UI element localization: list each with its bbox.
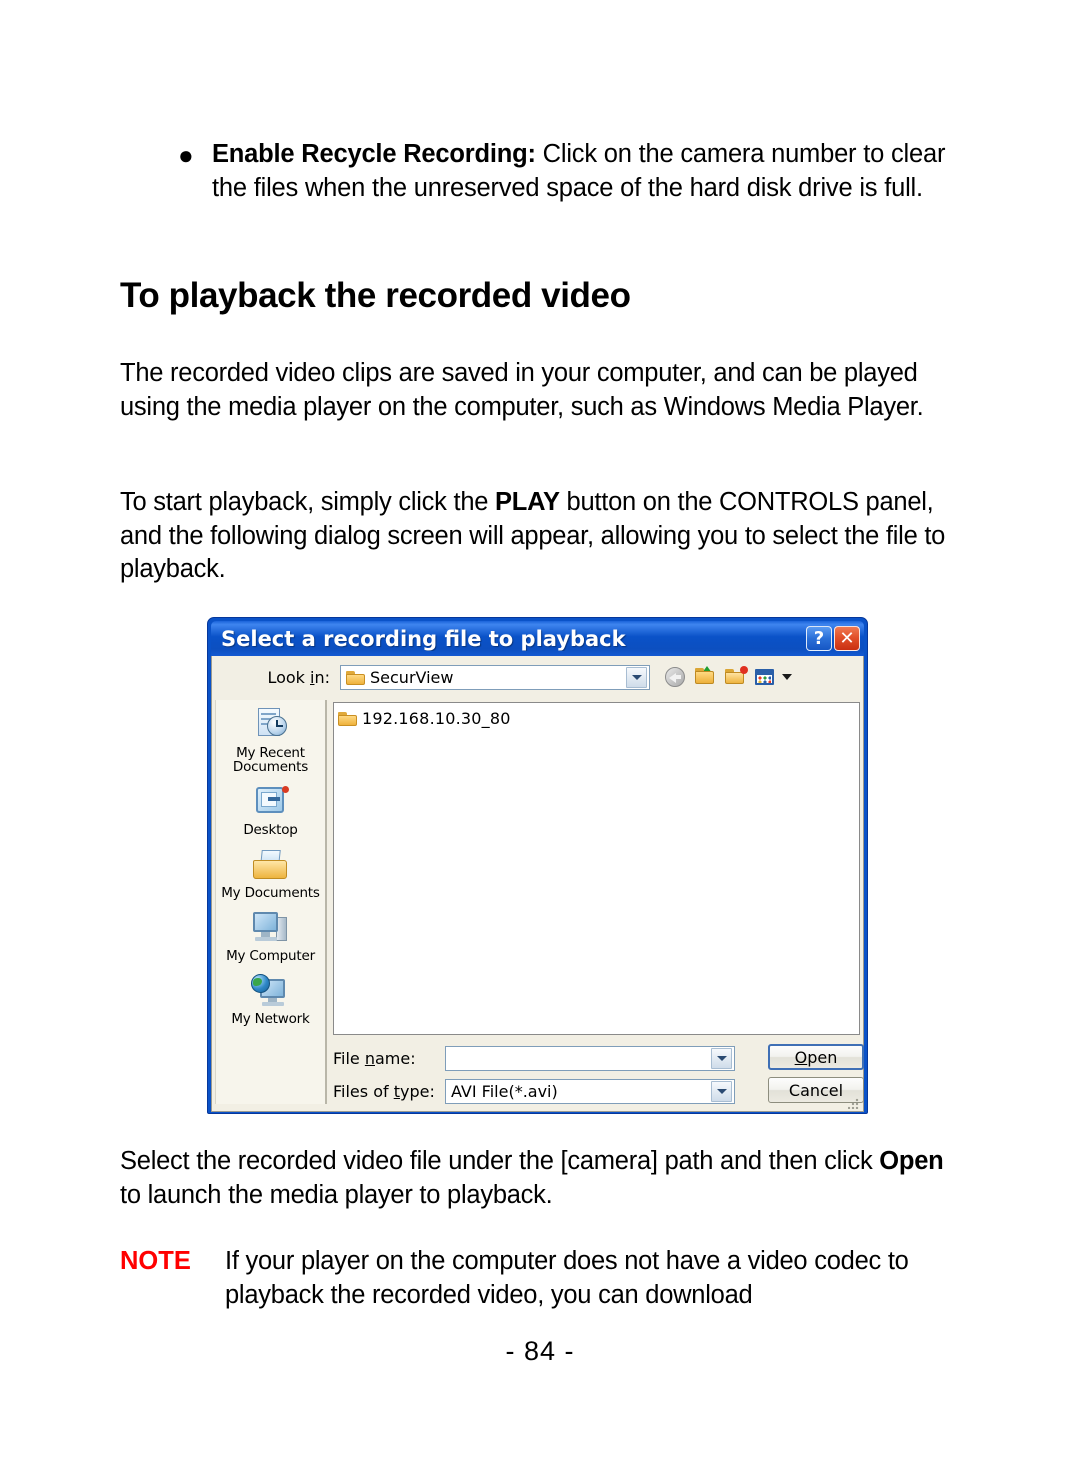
my-recent-documents-icon	[250, 706, 292, 744]
list-item[interactable]: 192.168.10.30_80	[338, 708, 855, 729]
paragraph-three-part-2: to launch the media player to playback.	[120, 1180, 553, 1209]
paragraph-two-bold-play: PLAY	[495, 488, 560, 516]
list-item-label: 192.168.10.30_80	[362, 709, 511, 728]
note-block: NOTE If your player on the computer does…	[120, 1245, 970, 1312]
my-computer-icon	[250, 909, 292, 947]
dialog-toolbar	[664, 665, 792, 689]
select-recording-file-dialog: Select a recording file to playback ? ✕ …	[207, 617, 868, 1114]
bullet-marker-icon: ●	[178, 140, 194, 170]
open-button-label: pen	[807, 1047, 838, 1067]
sidebar-item-my-recent-documents[interactable]: My Recent Documents	[217, 706, 325, 774]
bullet-paragraph: ● Enable Recycle Recording: Click on the…	[118, 138, 948, 205]
views-chevron-down-icon[interactable]	[782, 674, 792, 680]
file-list[interactable]: 192.168.10.30_80	[333, 702, 860, 1035]
look-in-combobox[interactable]: SecurView	[340, 664, 650, 690]
manual-page: ● Enable Recycle Recording: Click on the…	[0, 0, 1080, 1483]
look-in-label-post: n:	[314, 667, 330, 687]
paragraph-two-part-1: To start playback, simply click the	[120, 488, 496, 516]
chevron-down-icon[interactable]	[711, 1048, 732, 1069]
open-button[interactable]: Open	[768, 1044, 864, 1070]
sidebar-item-label: My Recent Documents	[232, 745, 309, 775]
paragraph-two: To start playback, simply click the PLAY…	[120, 486, 970, 587]
dialog-body: Look in: SecurView My Recent Documents D…	[211, 656, 864, 1112]
look-in-label-pre: Look	[267, 667, 311, 687]
folder-icon	[338, 711, 357, 726]
chevron-down-icon[interactable]	[711, 1081, 732, 1102]
sidebar-item-my-documents[interactable]: My Documents	[217, 846, 325, 900]
dialog-titlebar-buttons: ? ✕	[806, 626, 860, 651]
desktop-icon	[250, 783, 292, 821]
paragraph-three-bold-open: Open	[879, 1147, 944, 1175]
folder-icon	[346, 670, 365, 685]
files-of-type-label-post: ype:	[399, 1082, 435, 1101]
bullet-paragraph-text: Enable Recycle Recording: Click on the c…	[212, 138, 948, 205]
back-icon[interactable]	[664, 665, 688, 689]
file-name-row: File name:	[333, 1046, 735, 1071]
resize-grip-icon[interactable]	[848, 1097, 860, 1109]
views-icon[interactable]	[754, 665, 778, 689]
file-name-label: File name:	[333, 1049, 445, 1068]
page-number: - 84 -	[505, 1336, 575, 1366]
sidebar-item-desktop[interactable]: Desktop	[217, 783, 325, 837]
dialog-title: Select a recording file to playback	[221, 626, 626, 651]
file-name-combobox[interactable]	[445, 1046, 735, 1071]
paragraph-one: The recorded video clips are saved in yo…	[120, 359, 924, 421]
sidebar-item-label: Desktop	[243, 822, 298, 838]
sidebar-item-label: My Network	[231, 1011, 310, 1027]
note-text: If your player on the computer does not …	[225, 1247, 909, 1309]
files-of-type-combobox[interactable]: AVI File(*.avi)	[445, 1079, 735, 1104]
sidebar-item-label: My Documents	[221, 885, 320, 901]
new-folder-icon[interactable]	[724, 665, 748, 689]
files-of-type-row: Files of type: AVI File(*.avi)	[333, 1079, 735, 1104]
page-title: To playback the recorded video	[120, 276, 631, 315]
file-name-label-accel: n	[364, 1049, 375, 1068]
note-label: NOTE	[120, 1247, 191, 1275]
up-one-level-icon[interactable]	[694, 665, 718, 689]
dialog-titlebar[interactable]: Select a recording file to playback ? ✕	[211, 621, 864, 656]
bullet-bold-lead: Enable Recycle Recording:	[212, 140, 536, 168]
help-icon[interactable]: ?	[806, 626, 832, 651]
sidebar-item-my-computer[interactable]: My Computer	[217, 909, 325, 963]
files-of-type-label-pre: Files of	[333, 1082, 394, 1101]
sidebar-item-label: My Computer	[226, 948, 315, 964]
file-name-label-pre: File	[333, 1049, 365, 1068]
places-bar: My Recent Documents Desktop My Documents	[215, 700, 327, 1104]
look-in-value: SecurView	[370, 667, 454, 687]
close-icon[interactable]: ✕	[834, 626, 860, 651]
chevron-down-icon[interactable]	[626, 666, 647, 688]
files-of-type-value: AVI File(*.avi)	[451, 1082, 558, 1101]
file-name-label-post: ame:	[375, 1049, 416, 1068]
open-button-accel: O	[794, 1047, 808, 1067]
files-of-type-label: Files of type:	[333, 1082, 445, 1101]
my-network-icon	[250, 972, 292, 1010]
paragraph-three: Select the recorded video file under the…	[120, 1145, 970, 1212]
look-in-label: Look in:	[222, 668, 340, 687]
paragraph-three-part-1: Select the recorded video file under the…	[120, 1147, 880, 1175]
look-in-row: Look in: SecurView	[212, 656, 863, 698]
sidebar-item-my-network[interactable]: My Network	[217, 972, 325, 1026]
my-documents-icon	[250, 846, 292, 884]
